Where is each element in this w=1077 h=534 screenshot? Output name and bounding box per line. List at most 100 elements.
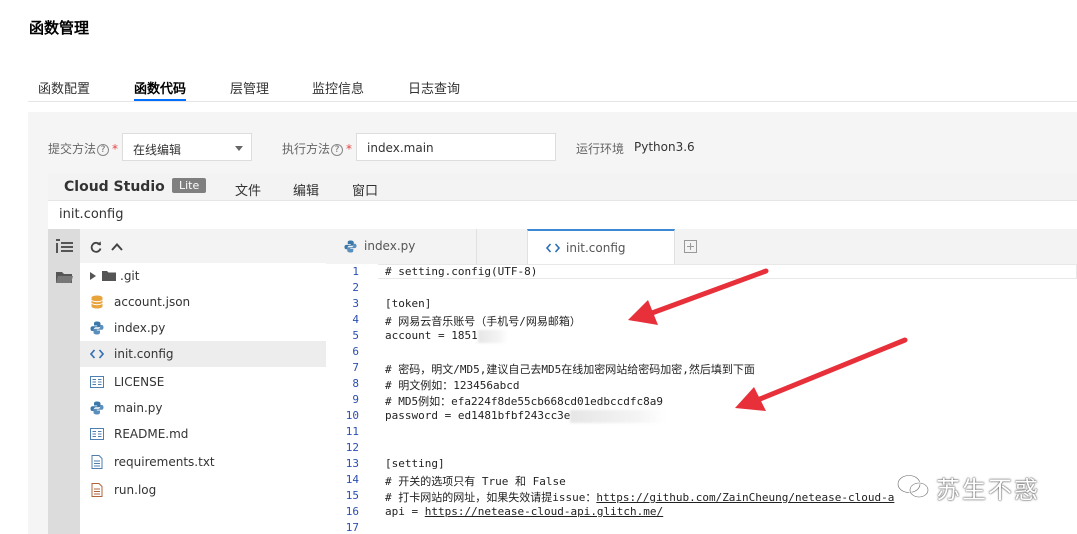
line-number: 13 [345,457,359,470]
url-link[interactable]: https://netease-cloud-api.glitch.me/ [425,505,663,518]
database-icon [91,295,103,309]
redacted-value [570,409,667,423]
code-line: # 密码，明文/MD5,建议自己去MD5在线加密网站给密码加密,然后填到下面 [385,363,755,376]
wechat-icon [896,474,930,499]
file-item-main-py[interactable]: main.py [80,395,326,421]
add-tab-icon[interactable] [684,240,697,253]
line-number: 10 [345,409,359,422]
file-label: index.py [114,321,166,335]
menu-edit[interactable]: 编辑 [293,180,319,199]
refresh-icon[interactable] [90,241,102,253]
line-number: 6 [352,345,359,358]
lite-badge: Lite [172,178,207,193]
line-number: 9 [352,393,359,406]
file-item-account-json[interactable]: account.json [80,289,326,315]
redacted-value [477,329,508,343]
line-number: 2 [352,281,359,294]
file-item-readme[interactable]: README.md [80,421,326,447]
line-number: 5 [352,329,359,342]
tab-function-code[interactable]: 函数代码 [134,78,187,101]
code-line: # setting.config(UTF-8) [385,265,538,278]
line-number: 7 [352,361,359,374]
exec-method-input[interactable]: index.main [356,133,556,161]
python-icon [90,321,104,335]
file-label: account.json [114,295,191,309]
editor-tab-label: init.config [566,241,626,255]
menu-file[interactable]: 文件 [235,180,261,199]
code-icon [90,349,104,359]
tab-function-config[interactable]: 函数配置 [38,78,90,101]
help-icon[interactable]: ? [97,143,110,156]
python-icon [90,401,104,415]
exec-method-label: 执行方法? * [282,142,353,156]
runtime-value: Python3.6 [634,140,695,154]
editor-tab-label: index.py [364,239,416,253]
tab-bar: 函数配置 函数代码 层管理 监控信息 日志查询 [28,66,1077,102]
file-label: requirements.txt [114,455,215,469]
line-number: 8 [352,377,359,390]
chevron-down-icon [235,146,243,151]
ide-title: init.config [48,202,1077,229]
file-item-index-py[interactable]: index.py [80,315,326,341]
chevron-right-icon [90,272,96,280]
editor-tab-bar: index.py init.config [326,229,1077,264]
code-line: # 开关的选项只有 True 和 False [385,475,566,488]
code-line: api = https://netease-cloud-api.glitch.m… [385,505,664,518]
submit-method-label: 提交方法? * [48,142,119,156]
line-number: 12 [345,441,359,454]
folder-open-icon[interactable] [56,270,73,284]
file-label: LICENSE [114,375,165,389]
file-item-git[interactable]: .git [80,263,326,289]
file-label: .git [120,269,140,283]
chevron-up-icon[interactable] [111,241,123,253]
file-item-requirements[interactable]: requirements.txt [80,449,326,475]
help-icon[interactable]: ? [331,143,344,156]
explorer-tree-icon[interactable] [56,239,73,253]
code-line: # MD5例如：efa224f8de55cb668cd01edbccdfc8a9 [385,395,664,408]
file-label: init.config [114,347,174,361]
file-item-run-log[interactable]: run.log [80,477,326,503]
code-line: # 网易云音乐账号（手机号/网易邮箱） [385,315,581,328]
code-line: [setting] [385,457,445,470]
line-number: 14 [345,473,359,486]
ide-brand: Cloud Studio [64,179,165,195]
line-number: 4 [352,313,359,326]
folder-icon [102,271,116,281]
log-file-icon [91,483,103,497]
code-icon [546,243,560,253]
text-file-icon [91,455,103,469]
editor-tab-init-config[interactable]: init.config [527,229,675,264]
file-explorer: .git account.json index.py init.config L… [80,229,326,534]
tab-monitoring[interactable]: 监控信息 [312,78,364,101]
submit-method-select[interactable]: 在线编辑 [122,133,252,161]
code-line: password = ed1481bfbf243cc3e [385,409,667,423]
tab-layer-management[interactable]: 层管理 [230,78,269,101]
code-line: account = 1851 [385,329,508,343]
code-line: # 打卡网站的网址，如果失效请提issue：https://github.com… [385,491,895,504]
file-label: main.py [114,401,163,415]
line-number: 3 [352,297,359,310]
document-icon [90,376,104,388]
line-number: 11 [345,425,359,438]
code-line: # 明文例如：123456abcd [385,379,520,392]
line-number: 15 [345,489,359,502]
file-item-license[interactable]: LICENSE [80,369,326,395]
tab-log-query[interactable]: 日志查询 [408,78,460,101]
line-number: 1 [352,265,359,278]
menu-window[interactable]: 窗口 [352,180,378,199]
url-link[interactable]: https://github.com/ZainCheung/netease-cl… [596,491,894,504]
runtime-label: 运行环境 [576,142,625,156]
explorer-toolbar [80,229,326,263]
file-item-init-config[interactable]: init.config [80,341,326,367]
file-label: README.md [114,427,189,441]
watermark-text: 苏生不惑 [936,476,1040,504]
page-title: 函数管理 [29,19,90,37]
file-label: run.log [114,483,157,497]
watermark: 苏生不惑 [896,470,1076,504]
required-mark: * [346,142,353,156]
python-icon [344,240,357,253]
line-number: 16 [345,505,359,518]
editor-tab-index-py[interactable]: index.py [326,229,477,264]
required-mark: * [112,142,119,156]
ide-menubar: Cloud Studio Lite 文件 编辑 窗口 [48,173,1077,201]
